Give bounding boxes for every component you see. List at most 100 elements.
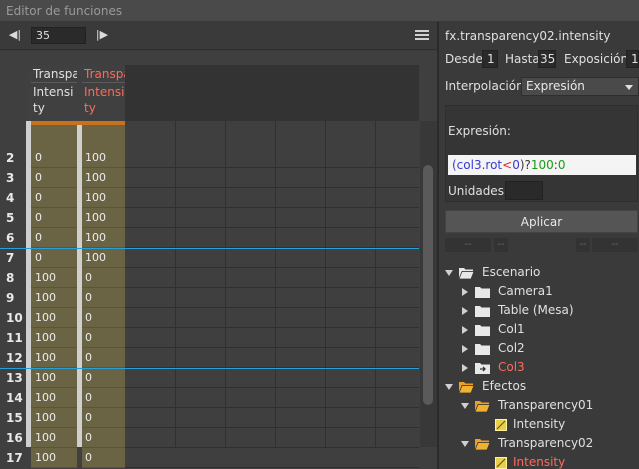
cell-col1[interactable]: 100	[31, 308, 77, 328]
table-row: 11 100 0	[0, 328, 419, 348]
from-field[interactable]: 1	[482, 50, 498, 68]
tree-item-label: Efectos	[482, 379, 527, 393]
menu-icon[interactable]	[415, 30, 429, 40]
row-number[interactable]: 4	[0, 188, 26, 208]
cell-col1[interactable]: 0	[31, 208, 77, 228]
cell-col1[interactable]: 100	[31, 448, 77, 468]
cell-col2[interactable]: 100	[82, 168, 125, 188]
cell-col1[interactable]: 100	[31, 408, 77, 428]
cell-col2[interactable]: 0	[82, 388, 125, 408]
grid-line	[375, 121, 376, 447]
row-number[interactable]: 5	[0, 208, 26, 228]
cell-col2[interactable]: 0	[82, 268, 125, 288]
from-label: Desde	[445, 52, 483, 66]
row-number[interactable]: 13	[0, 368, 26, 388]
scrollbar-thumb[interactable]	[423, 165, 433, 405]
column-range-bar	[31, 121, 125, 125]
units-field[interactable]	[505, 181, 543, 200]
to-field[interactable]: 35	[538, 50, 556, 68]
exposure-label: Exposición	[564, 52, 629, 66]
cell-col2[interactable]: 0	[82, 328, 125, 348]
interpolation-select[interactable]: Expresión	[521, 77, 639, 96]
cell-col1[interactable]: 100	[31, 268, 77, 288]
apply-button[interactable]: Aplicar	[445, 210, 638, 233]
chevron-right-icon[interactable]	[462, 364, 468, 372]
chevron-right-icon[interactable]	[462, 345, 468, 353]
cell-col1[interactable]: 0	[31, 168, 77, 188]
chevron-down-icon[interactable]	[445, 270, 453, 276]
cell-col2[interactable]: 100	[82, 148, 125, 168]
cell-col2[interactable]	[82, 125, 125, 148]
cell-col2[interactable]: 100	[82, 228, 125, 248]
chevron-down-icon[interactable]	[461, 441, 469, 447]
row-number[interactable]: 15	[0, 408, 26, 428]
cell-col1[interactable]: 100	[31, 348, 77, 368]
chevron-right-icon[interactable]	[462, 326, 468, 334]
cell-col1[interactable]: 100	[31, 288, 77, 308]
table-row: 10 100 0	[0, 308, 419, 328]
tree-item[interactable]: Intensity	[439, 453, 639, 469]
chevron-right-icon[interactable]	[462, 307, 468, 315]
cell-col1[interactable]: 0	[31, 188, 77, 208]
cell-col1[interactable]: 0	[31, 248, 77, 268]
cell-col2[interactable]: 0	[82, 368, 125, 388]
tree-item[interactable]: Col3	[439, 358, 639, 377]
cell-col1[interactable]: 0	[31, 148, 77, 168]
tree-item[interactable]: Camera1	[439, 282, 639, 301]
grid-line	[275, 121, 276, 447]
tree-item[interactable]: Table (Mesa)	[439, 301, 639, 320]
range-field[interactable]: --	[445, 238, 491, 252]
cell-col2[interactable]: 0	[82, 408, 125, 428]
tree-item[interactable]: Transparency01	[439, 396, 639, 415]
tree-item[interactable]: Efectos	[439, 377, 639, 396]
cell-col2[interactable]: 0	[82, 448, 125, 468]
next-frame-button[interactable]: |▶	[93, 28, 111, 42]
row-number[interactable]: 17	[0, 448, 26, 468]
cell-col2[interactable]: 0	[82, 428, 125, 448]
row-number[interactable]: 14	[0, 388, 26, 408]
cell-col1[interactable]: 100	[31, 428, 77, 448]
range-field[interactable]: --	[494, 238, 508, 252]
tree-item[interactable]: Escenario	[439, 263, 639, 282]
table-row: 7 0 100	[0, 248, 419, 268]
chevron-right-icon[interactable]	[462, 288, 468, 296]
marker-line	[0, 248, 419, 249]
tree-item[interactable]: Intensity	[439, 415, 639, 434]
cell-col1[interactable]	[31, 125, 77, 148]
row-number[interactable]: 8	[0, 268, 26, 288]
cell-col2[interactable]: 0	[82, 348, 125, 368]
cell-col1[interactable]: 100	[31, 328, 77, 348]
tree-item[interactable]: Col2	[439, 339, 639, 358]
prev-frame-button[interactable]: ◀|	[6, 28, 24, 42]
row-number[interactable]: 9	[0, 288, 26, 308]
expression-input[interactable]: (col3.rot<0)?100:0	[448, 155, 636, 175]
row-number[interactable]: 16	[0, 428, 26, 448]
tree-item[interactable]: Col1	[439, 320, 639, 339]
chevron-down-icon[interactable]	[461, 403, 469, 409]
row-number[interactable]: 7	[0, 248, 26, 268]
exposure-field[interactable]: 1	[626, 50, 639, 68]
cell-col1[interactable]: 0	[31, 228, 77, 248]
range-field[interactable]: --	[592, 238, 638, 252]
cell-col2[interactable]: 100	[82, 248, 125, 268]
row-number[interactable]: 2	[0, 148, 26, 168]
column-header-empty	[125, 65, 419, 121]
cell-col1[interactable]: 100	[31, 388, 77, 408]
chevron-down-icon[interactable]	[445, 384, 453, 390]
row-number[interactable]: 10	[0, 308, 26, 328]
cell-col2[interactable]: 100	[82, 188, 125, 208]
row-number[interactable]: 12	[0, 348, 26, 368]
column-header-2[interactable]: Transpa Intensity	[77, 65, 128, 121]
cell-col1[interactable]: 100	[31, 368, 77, 388]
row-number[interactable]: 11	[0, 328, 26, 348]
range-field[interactable]: --	[576, 238, 590, 252]
row-number[interactable]: 6	[0, 228, 26, 248]
tree-item[interactable]: Transparency02	[439, 434, 639, 453]
cell-col2[interactable]: 0	[82, 308, 125, 328]
frame-input[interactable]: 35	[31, 27, 86, 44]
empty-cells[interactable]	[125, 448, 419, 468]
column-header-1[interactable]: Transpa Intensity	[26, 65, 77, 121]
row-number[interactable]: 3	[0, 168, 26, 188]
cell-col2[interactable]: 100	[82, 208, 125, 228]
cell-col2[interactable]: 0	[82, 288, 125, 308]
